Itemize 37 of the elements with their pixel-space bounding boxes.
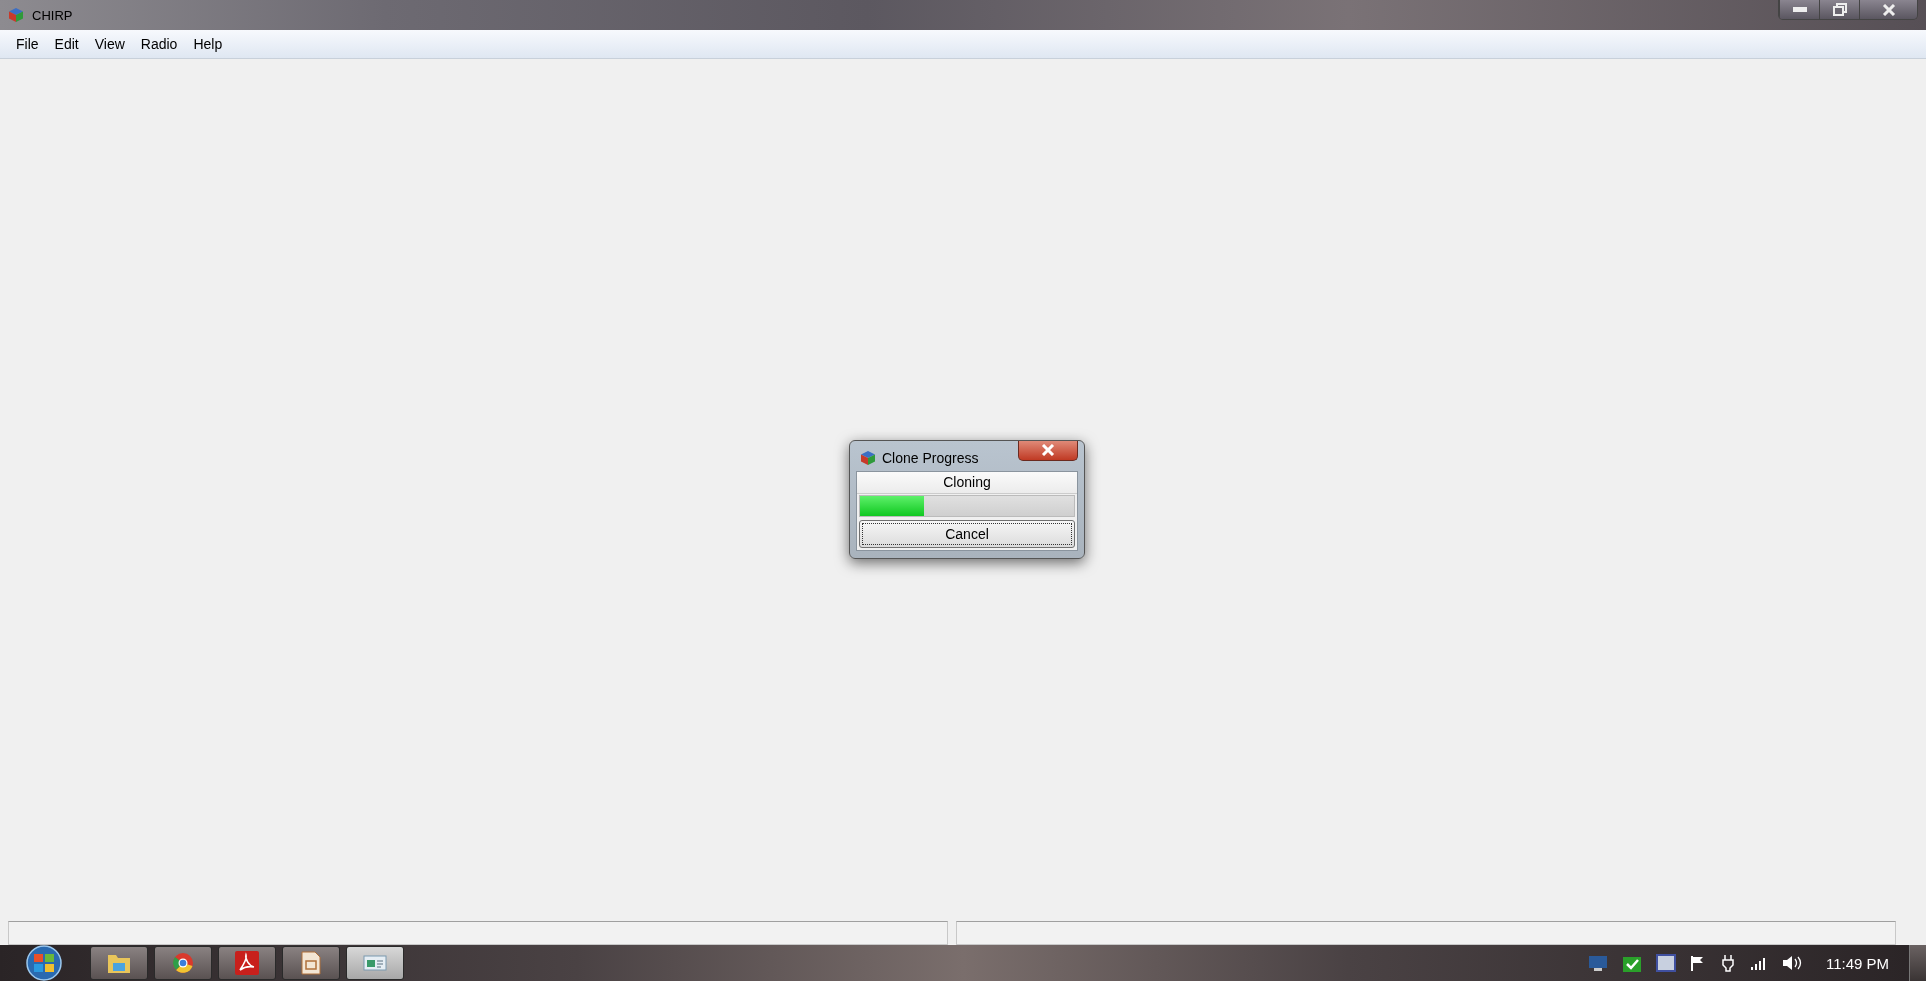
close-icon bbox=[1881, 3, 1896, 16]
minimize-button[interactable] bbox=[1779, 0, 1819, 19]
menu-item[interactable]: Help bbox=[185, 33, 231, 55]
dialog-title: Clone Progress bbox=[882, 449, 980, 466]
menu-item[interactable]: Radio bbox=[132, 33, 186, 55]
restore-icon bbox=[1832, 3, 1847, 16]
menu-item[interactable]: File bbox=[8, 33, 47, 55]
speaker-icon[interactable] bbox=[1781, 955, 1802, 971]
browser-icon bbox=[172, 952, 194, 974]
app-icon bbox=[8, 7, 24, 23]
taskbar-button[interactable] bbox=[282, 946, 340, 980]
pdf-icon bbox=[235, 951, 259, 975]
screen-icon[interactable] bbox=[1655, 954, 1676, 972]
minimize-icon bbox=[1792, 7, 1807, 12]
folder-icon bbox=[107, 952, 131, 974]
close-button[interactable] bbox=[1859, 0, 1917, 19]
show-desktop-button[interactable] bbox=[1909, 945, 1926, 981]
cancel-button[interactable]: Cancel bbox=[859, 519, 1075, 548]
monitor-icon[interactable] bbox=[1587, 954, 1608, 972]
taskbar-button[interactable] bbox=[90, 946, 148, 980]
status-label: Cloning bbox=[857, 471, 1077, 494]
menu-item[interactable]: Edit bbox=[46, 33, 87, 55]
taskbar-button[interactable] bbox=[154, 946, 212, 980]
taskbar-button[interactable] bbox=[346, 946, 404, 980]
close-button[interactable] bbox=[1018, 440, 1078, 461]
document-icon bbox=[301, 951, 321, 975]
flag-icon[interactable] bbox=[1689, 955, 1706, 971]
taskbar-button[interactable] bbox=[218, 946, 276, 980]
plug-icon[interactable] bbox=[1719, 954, 1736, 972]
clock[interactable]: 11:49 PM bbox=[1825, 954, 1889, 972]
menu-item[interactable]: View bbox=[86, 33, 133, 55]
window-icon bbox=[363, 954, 387, 972]
close-icon bbox=[1041, 444, 1055, 456]
app-icon bbox=[860, 449, 876, 466]
window-title: CHIRP bbox=[32, 7, 74, 23]
signal-icon[interactable] bbox=[1749, 956, 1768, 970]
restore-button[interactable] bbox=[1819, 0, 1859, 19]
